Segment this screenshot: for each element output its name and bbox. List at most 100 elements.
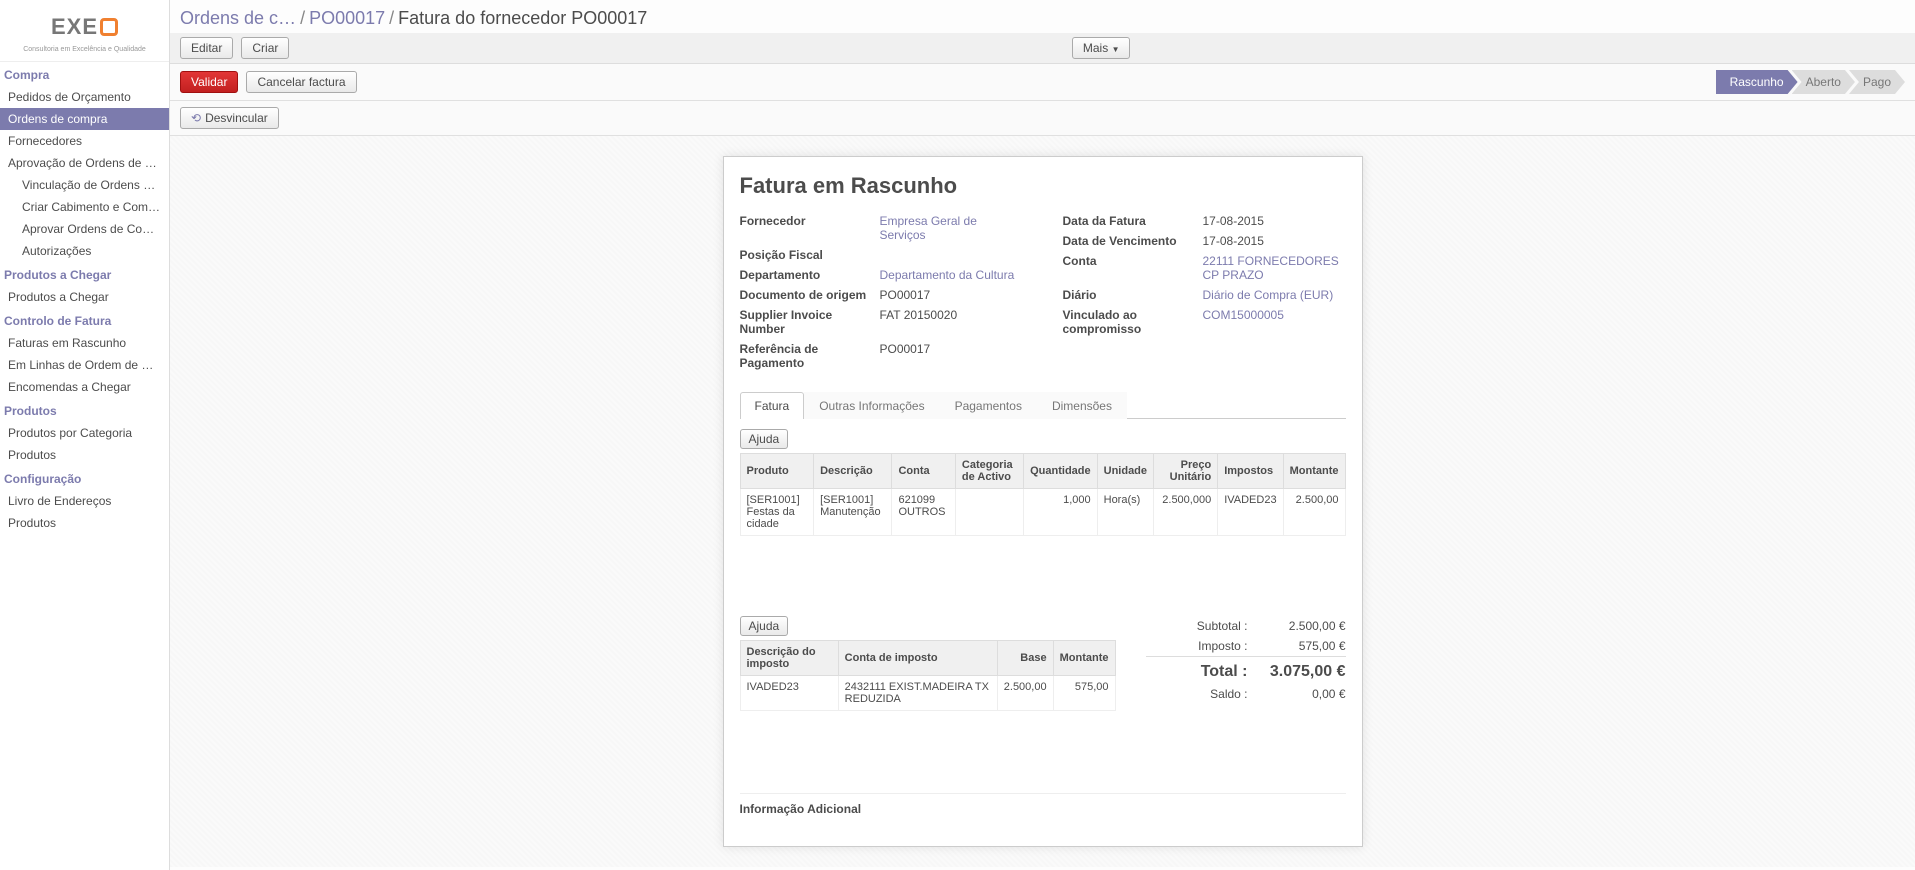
field-link[interactable]: Departamento da Cultura — [880, 268, 1015, 282]
status-flow: Rascunho Aberto Pago — [1716, 70, 1905, 94]
caret-down-icon: ▼ — [1112, 45, 1120, 54]
breadcrumb-sep: / — [296, 8, 309, 29]
balance-value: 0,00 € — [1256, 687, 1346, 701]
status-open[interactable]: Aberto — [1792, 70, 1855, 94]
tab-outras[interactable]: Outras Informações — [804, 392, 939, 419]
sidebar-item[interactable]: Vinculação de Ordens de… — [0, 174, 169, 196]
table-row[interactable]: IVADED232432111 EXIST.MADEIRA TX REDUZID… — [740, 676, 1115, 711]
column-header[interactable]: Preço Unitário — [1154, 454, 1218, 489]
more-button[interactable]: Mais ▼ — [1072, 37, 1131, 59]
field-link[interactable]: Diário de Compra (EUR) — [1203, 288, 1334, 302]
cell: [SER1001] Manutenção — [814, 489, 892, 536]
field-value[interactable]: Departamento da Cultura — [880, 268, 1023, 282]
cell: 575,00 — [1053, 676, 1115, 711]
field-row: Posição Fiscal — [740, 245, 1023, 265]
table-row[interactable]: [SER1001] Festas da cidade[SER1001] Manu… — [740, 489, 1345, 536]
field-value: 17-08-2015 — [1203, 214, 1346, 228]
breadcrumb: Ordens de c… / PO00017 / Fatura do forne… — [170, 0, 1915, 33]
sidebar-item[interactable]: Aprovar Ordens de Compra — [0, 218, 169, 240]
field-link[interactable]: 22111 FORNECEDORES CP PRAZO — [1203, 254, 1339, 282]
form-sheet: Fatura em Rascunho FornecedorEmpresa Ger… — [723, 156, 1363, 847]
create-button[interactable]: Criar — [241, 37, 289, 59]
field-label: Departamento — [740, 268, 880, 282]
column-header[interactable]: Conta — [892, 454, 955, 489]
field-row: Data da Fatura17-08-2015 — [1063, 211, 1346, 231]
status-draft[interactable]: Rascunho — [1716, 70, 1798, 94]
cell — [955, 489, 1023, 536]
breadcrumb-root[interactable]: Ordens de c… — [180, 8, 296, 29]
tab-pagamentos[interactable]: Pagamentos — [940, 392, 1037, 419]
sidebar-item[interactable]: Produtos — [0, 512, 169, 534]
field-label: Referência de Pagamento — [740, 342, 880, 370]
field-label: Fornecedor — [740, 214, 880, 228]
column-header[interactable]: Base — [997, 641, 1053, 676]
field-value[interactable]: Empresa Geral de Serviços — [880, 214, 1023, 242]
sidebar-item[interactable]: Produtos a Chegar — [0, 286, 169, 308]
field-value[interactable]: COM15000005 — [1203, 308, 1346, 322]
field-link[interactable]: COM15000005 — [1203, 308, 1284, 322]
sidebar-item[interactable]: Autorizações — [0, 240, 169, 262]
sidebar-item[interactable]: Pedidos de Orçamento — [0, 86, 169, 108]
more-label: Mais — [1083, 41, 1108, 55]
column-header[interactable]: Conta de imposto — [838, 641, 997, 676]
cell: 621099 OUTROS — [892, 489, 955, 536]
unlink-button[interactable]: ⟲ Desvincular — [180, 107, 279, 129]
tab-fatura[interactable]: Fatura — [740, 392, 805, 419]
column-header[interactable]: Unidade — [1097, 454, 1153, 489]
field-label: Conta — [1063, 254, 1203, 268]
column-header[interactable]: Montante — [1053, 641, 1115, 676]
field-row: DepartamentoDepartamento da Cultura — [740, 265, 1023, 285]
tab-dimensoes[interactable]: Dimensões — [1037, 392, 1127, 419]
status-paid[interactable]: Pago — [1849, 70, 1905, 94]
tax-label: Imposto : — [1146, 639, 1256, 653]
help-button-lines[interactable]: Ajuda — [740, 429, 789, 449]
logo-text: EXE — [51, 14, 98, 40]
sidebar-item[interactable]: Aprovação de Ordens de Co… — [0, 152, 169, 174]
field-label: Supplier Invoice Number — [740, 308, 880, 336]
column-header[interactable]: Montante — [1283, 454, 1345, 489]
main-content: Ordens de c… / PO00017 / Fatura do forne… — [170, 0, 1915, 870]
column-header[interactable]: Categoria de Activo — [955, 454, 1023, 489]
cell: 2.500,00 — [1283, 489, 1345, 536]
cancel-invoice-button[interactable]: Cancelar factura — [246, 71, 356, 93]
tabs: Fatura Outras Informações Pagamentos Dim… — [740, 391, 1346, 419]
breadcrumb-po[interactable]: PO00017 — [309, 8, 385, 29]
invoice-lines-table: ProdutoDescriçãoContaCategoria de Activo… — [740, 453, 1346, 536]
extra-info-heading: Informação Adicional — [740, 793, 1346, 816]
column-header[interactable]: Descrição do imposto — [740, 641, 838, 676]
toolbar: Editar Criar Mais ▼ — [170, 33, 1915, 64]
tax-value: 575,00 € — [1256, 639, 1346, 653]
field-link[interactable]: Empresa Geral de Serviços — [880, 214, 977, 242]
logo-icon — [100, 18, 118, 36]
cell: 2.500,00 — [997, 676, 1053, 711]
sidebar-item[interactable]: Em Linhas de Ordem de Co… — [0, 354, 169, 376]
field-value[interactable]: 22111 FORNECEDORES CP PRAZO — [1203, 254, 1346, 282]
validate-button[interactable]: Validar — [180, 71, 238, 93]
sidebar-item[interactable]: Produtos — [0, 444, 169, 466]
unlink-icon: ⟲ — [191, 111, 201, 125]
field-value: 17-08-2015 — [1203, 234, 1346, 248]
field-value[interactable]: Diário de Compra (EUR) — [1203, 288, 1346, 302]
field-row: DiárioDiário de Compra (EUR) — [1063, 285, 1346, 305]
unlink-label: Desvincular — [205, 111, 268, 125]
sidebar-item[interactable]: Criar Cabimento e Compr… — [0, 196, 169, 218]
sidebar-item[interactable]: Produtos por Categoria — [0, 422, 169, 444]
sidebar-item[interactable]: Livro de Endereços — [0, 490, 169, 512]
column-header[interactable]: Impostos — [1218, 454, 1283, 489]
field-row: Documento de origemPO00017 — [740, 285, 1023, 305]
menu-section: Produtos a Chegar — [0, 262, 169, 286]
field-row: Vinculado ao compromissoCOM15000005 — [1063, 305, 1346, 339]
column-header[interactable]: Descrição — [814, 454, 892, 489]
column-header[interactable]: Quantidade — [1024, 454, 1098, 489]
sidebar-item[interactable]: Ordens de compra — [0, 108, 169, 130]
column-header[interactable]: Produto — [740, 454, 814, 489]
breadcrumb-sep: / — [385, 8, 398, 29]
field-row: Conta22111 FORNECEDORES CP PRAZO — [1063, 251, 1346, 285]
sidebar-item[interactable]: Encomendas a Chegar — [0, 376, 169, 398]
action-bar: Validar Cancelar factura Rascunho Aberto… — [170, 64, 1915, 101]
sidebar-item[interactable]: Faturas em Rascunho — [0, 332, 169, 354]
help-button-taxes[interactable]: Ajuda — [740, 616, 789, 636]
field-label: Diário — [1063, 288, 1203, 302]
edit-button[interactable]: Editar — [180, 37, 233, 59]
sidebar-item[interactable]: Fornecedores — [0, 130, 169, 152]
